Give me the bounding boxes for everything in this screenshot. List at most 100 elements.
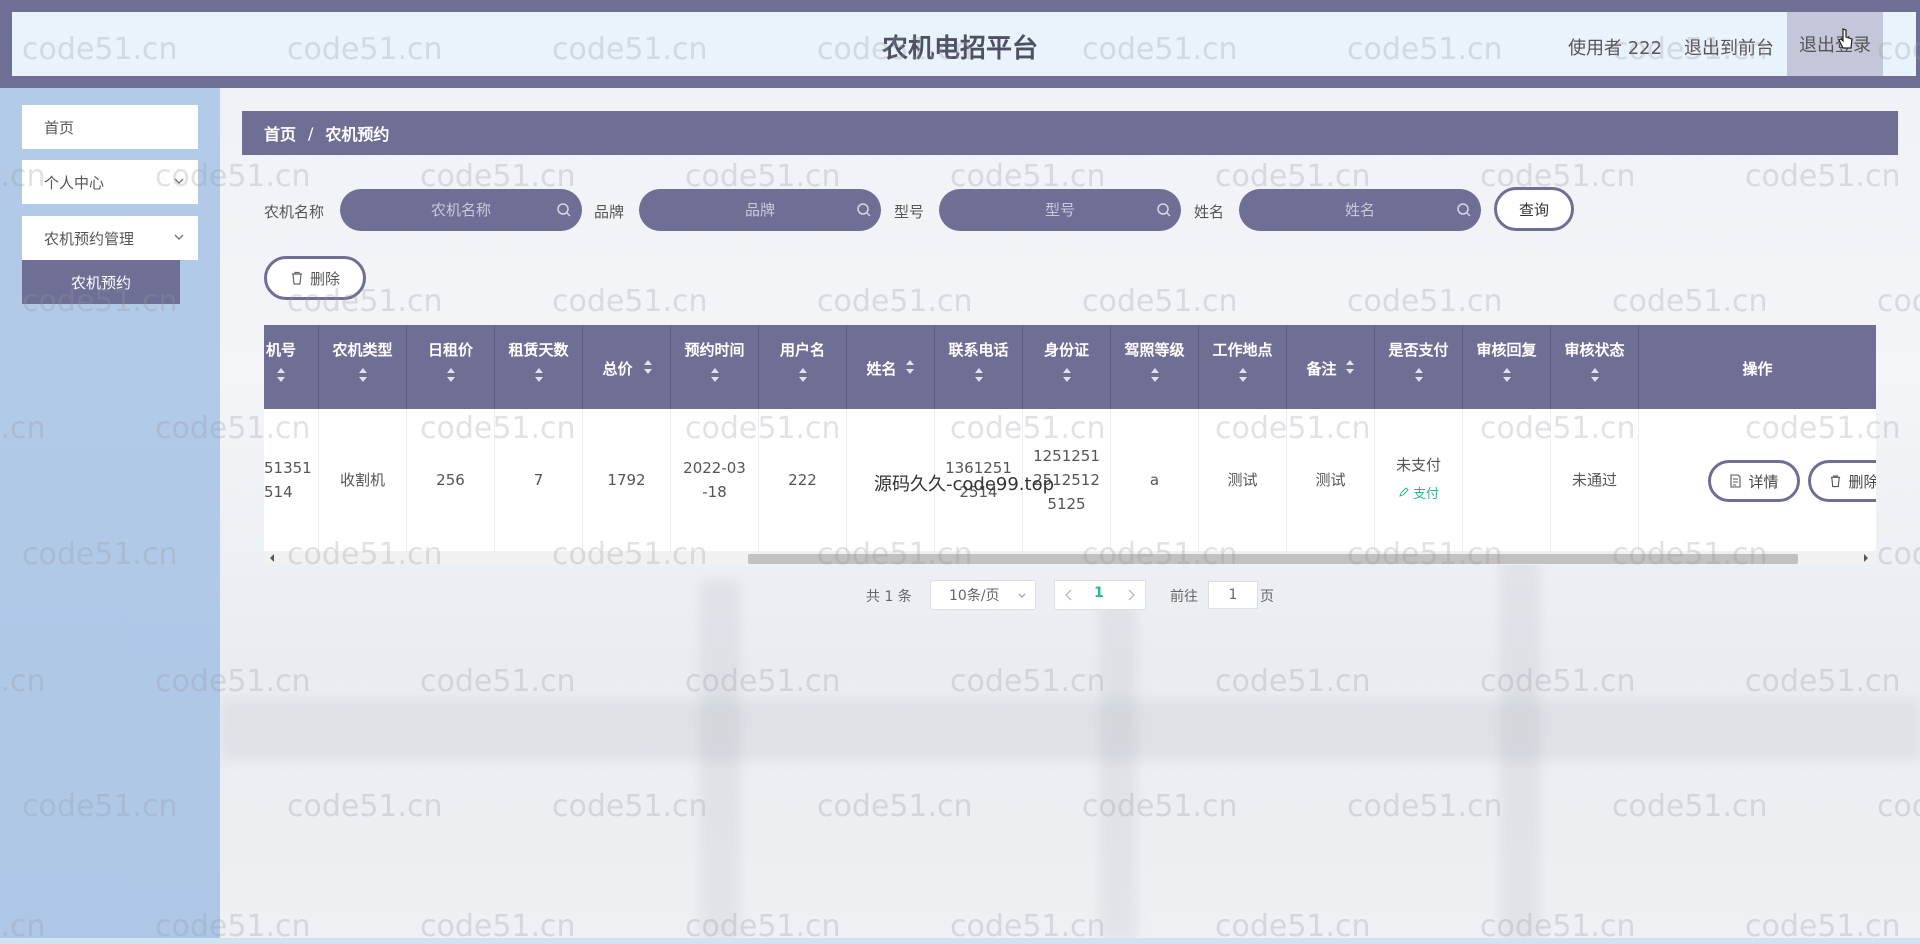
logout-button[interactable]: 退出登录 <box>1787 12 1883 76</box>
watermark-text: code51.cn <box>1877 284 1920 319</box>
table-scrollbar-thumb[interactable] <box>748 554 1798 564</box>
edit-icon <box>1399 487 1409 497</box>
column-header-total[interactable]: 总价 <box>583 325 671 409</box>
model-input[interactable] <box>939 189 1181 231</box>
watermark-text: code51.cn <box>287 789 443 824</box>
chevron-down-icon <box>174 234 184 240</box>
batch-delete-button[interactable]: 删除 <box>264 256 366 300</box>
column-header-paid[interactable]: 是否支付 <box>1375 325 1463 409</box>
watermark-text: code51.cn <box>817 284 973 319</box>
chevron-right-icon[interactable] <box>1126 589 1136 601</box>
watermark-text: code51.cn <box>1877 789 1920 824</box>
search-icon <box>557 203 571 217</box>
cell-license-level: a <box>1111 409 1199 551</box>
cell-work-location: 测试 <box>1199 409 1287 551</box>
sidebar-item-home[interactable]: 首页 <box>22 105 198 149</box>
sort-icon <box>358 368 367 382</box>
page-size-select[interactable]: 10条/页 <box>930 580 1036 610</box>
search-icon <box>1157 203 1171 217</box>
column-header-username[interactable]: 用户名 <box>759 325 847 409</box>
cell-username: 222 <box>759 409 847 551</box>
overlay-watermark-text: 源码久久-code99.top <box>874 474 1055 495</box>
sidebar-item-booking-management[interactable]: 农机预约管理 <box>22 216 198 260</box>
top-header: 农机电招平台 使用者 222 退出到前台 退出登录 <box>0 0 1920 88</box>
search-icon <box>1457 203 1471 217</box>
sort-icon <box>1150 368 1159 382</box>
watermark-text: code51.cn <box>817 789 973 824</box>
search-label-name: 姓名 <box>1194 203 1225 221</box>
background-shape <box>1100 600 1136 940</box>
column-header-id-card[interactable]: 身份证 <box>1023 325 1111 409</box>
sidebar-item-profile[interactable]: 个人中心 <box>22 160 198 204</box>
scroll-right-arrow-icon[interactable] <box>1862 553 1870 563</box>
breadcrumb-separator: / <box>308 123 314 143</box>
sidebar-subitem-booking[interactable]: 农机预约 <box>22 260 180 304</box>
breadcrumb-home[interactable]: 首页 <box>264 121 296 145</box>
pay-link[interactable]: 支付 <box>1396 483 1441 507</box>
row-delete-button[interactable]: 删除 <box>1808 460 1876 502</box>
watermark-text: code51.cn <box>1215 664 1371 699</box>
sidebar-item-label: 个人中心 <box>44 173 105 192</box>
sort-icon <box>974 368 983 382</box>
watermark-text: code51.cn <box>552 789 708 824</box>
column-header-daily-price[interactable]: 日租价 <box>407 325 495 409</box>
goto-label: 前往 <box>1170 589 1198 605</box>
sort-icon <box>1238 368 1247 382</box>
watermark-text: code51.cn <box>950 664 1106 699</box>
scroll-left-arrow-icon[interactable] <box>268 553 276 563</box>
document-icon <box>1730 474 1742 488</box>
data-table: 机号 农机类型 日租价 租赁天数 总价 预约时间 用户名 姓名 联系电话 身份证… <box>264 325 1876 551</box>
cell-daily-price: 256 <box>407 409 495 551</box>
chevron-down-icon <box>174 178 184 184</box>
sidebar-item-label: 农机预约管理 <box>44 229 135 248</box>
sort-icon <box>906 360 914 374</box>
watermark-text: code51.cn <box>1347 789 1503 824</box>
column-header-review-reply[interactable]: 审核回复 <box>1463 325 1551 409</box>
name-input[interactable] <box>1239 189 1481 231</box>
pagination-total: 共 1 条 <box>866 589 912 605</box>
sort-icon <box>1062 368 1071 382</box>
cell-machine-no: 51351 514 <box>264 409 319 551</box>
sort-icon <box>798 368 807 382</box>
bottom-strip <box>0 938 1920 944</box>
chevron-left-icon[interactable] <box>1064 589 1074 601</box>
column-header-review-status[interactable]: 审核状态 <box>1551 325 1639 409</box>
sort-icon <box>277 368 285 382</box>
column-header-license-level[interactable]: 驾照等级 <box>1111 325 1199 409</box>
detail-button[interactable]: 详情 <box>1708 460 1800 502</box>
search-label-model: 型号 <box>894 203 925 221</box>
cell-rent-days: 7 <box>495 409 583 551</box>
goto-page-input[interactable] <box>1208 581 1258 609</box>
cell-review-status: 未通过 <box>1551 409 1639 551</box>
watermark-text: code51.cn <box>1347 284 1503 319</box>
cell-total: 1792 <box>583 409 671 551</box>
sort-icon <box>644 360 652 374</box>
brand-input[interactable] <box>639 189 881 231</box>
search-label-machine-name: 农机名称 <box>264 203 325 221</box>
column-header-phone[interactable]: 联系电话 <box>935 325 1023 409</box>
column-header-work-location[interactable]: 工作地点 <box>1199 325 1287 409</box>
sidebar: 首页 个人中心 农机预约管理 农机预约 <box>0 88 220 944</box>
column-header-machine-type[interactable]: 农机类型 <box>319 325 407 409</box>
search-label-brand: 品牌 <box>594 203 625 221</box>
batch-delete-label: 删除 <box>309 269 340 288</box>
page-number-current[interactable]: 1 <box>1094 585 1104 601</box>
watermark-text: code51.cn <box>1082 284 1238 319</box>
row-delete-clip: 删除 <box>1808 460 1876 502</box>
cell-review-reply <box>1463 409 1551 551</box>
column-header-rent-days[interactable]: 租赁天数 <box>495 325 583 409</box>
watermark-text: code51.cn <box>1745 664 1901 699</box>
query-button[interactable]: 查询 <box>1494 187 1574 231</box>
column-header-name[interactable]: 姓名 <box>847 325 935 409</box>
machine-name-input[interactable] <box>340 189 582 231</box>
column-header-booking-time[interactable]: 预约时间 <box>671 325 759 409</box>
sort-icon <box>1414 368 1423 382</box>
background-shape <box>700 580 740 940</box>
column-header-remark[interactable]: 备注 <box>1287 325 1375 409</box>
sort-icon <box>1502 368 1511 382</box>
sort-icon <box>1346 360 1354 374</box>
back-to-front-link[interactable]: 退出到前台 <box>1684 34 1774 60</box>
search-icon <box>857 203 871 217</box>
sort-icon <box>534 368 543 382</box>
column-header-machine-no[interactable]: 机号 <box>264 325 319 409</box>
